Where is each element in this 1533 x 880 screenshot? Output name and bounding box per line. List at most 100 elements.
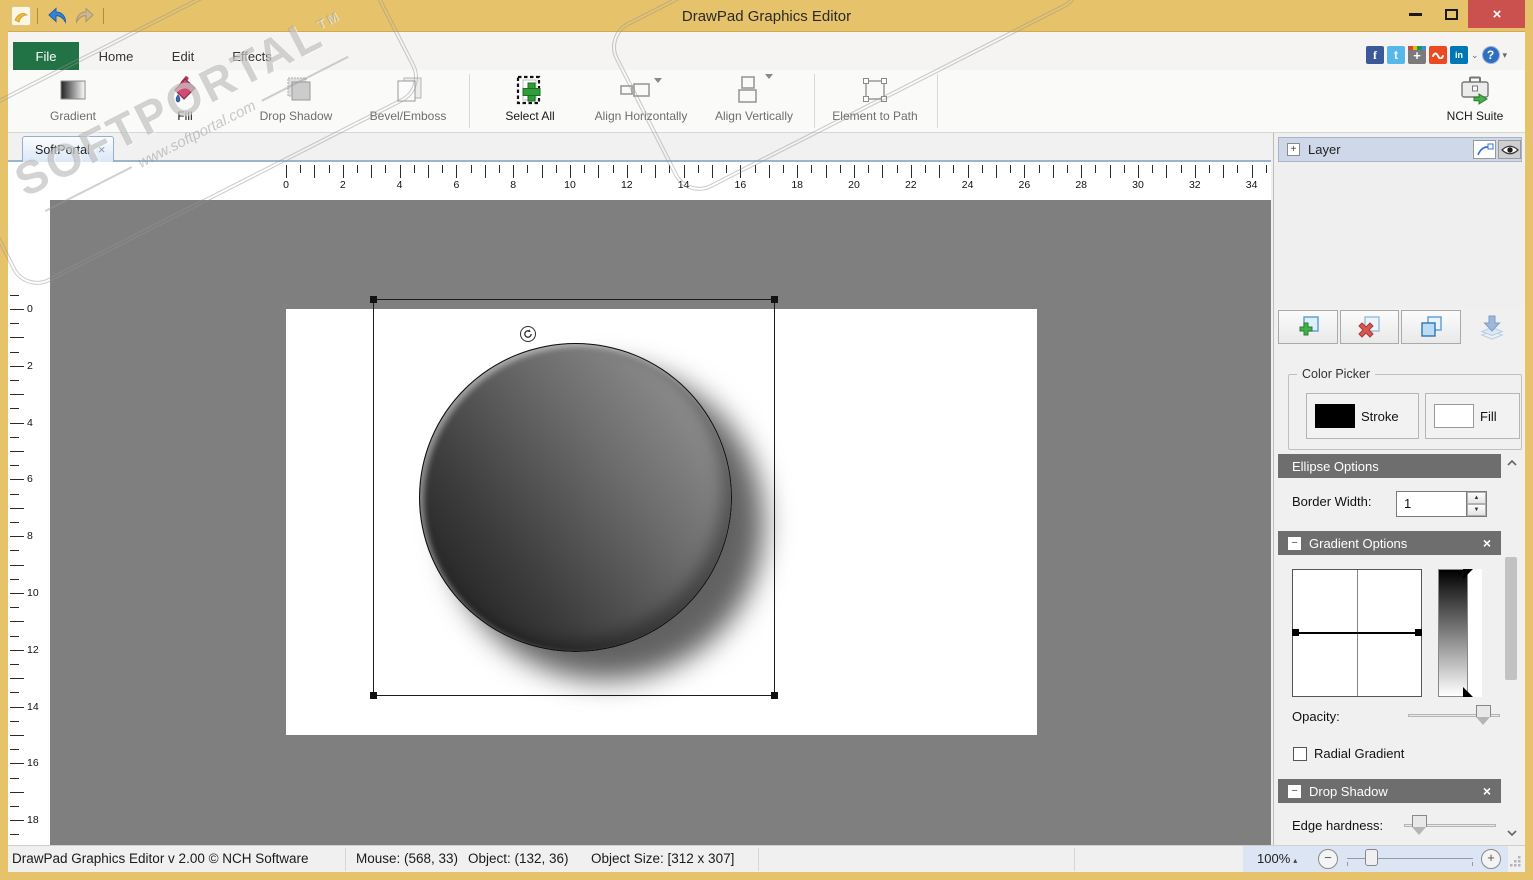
drop-shadow-tool-button[interactable]: Drop Shadow <box>250 72 342 130</box>
ruler-tick <box>10 749 19 751</box>
selection-handle-bottom-left[interactable] <box>370 692 377 699</box>
minimize-button[interactable] <box>1398 0 1432 28</box>
selection-handle-top-right[interactable] <box>771 296 778 303</box>
ruler-label: 26 <box>1018 179 1031 191</box>
gradient-direction-editor[interactable] <box>1292 569 1422 697</box>
ruler-tick <box>484 165 486 178</box>
align-vertically-dropdown-icon[interactable] <box>765 73 773 79</box>
ruler-tick <box>10 706 24 708</box>
spin-down-icon[interactable]: ▼ <box>1467 504 1486 516</box>
layer-list[interactable] <box>1278 162 1522 308</box>
canvas-area[interactable] <box>50 200 1271 845</box>
ellipse-options-header[interactable]: Ellipse Options <box>1278 454 1501 478</box>
add-layer-button[interactable] <box>1278 310 1338 344</box>
ruler-tick <box>470 165 472 173</box>
undo-button[interactable] <box>44 4 70 28</box>
document-tab-softportal[interactable]: SoftPortal × <box>22 136 115 162</box>
radial-gradient-checkbox[interactable] <box>1293 747 1307 761</box>
selection-handle-bottom-right[interactable] <box>771 692 778 699</box>
duplicate-layer-button[interactable] <box>1401 310 1461 344</box>
tab-effects[interactable]: Effects <box>219 42 285 70</box>
align-horizontally-button[interactable]: Align Horizontally <box>584 72 698 130</box>
ruler-label: 10 <box>27 587 39 599</box>
selection-bounds[interactable] <box>370 296 778 699</box>
element-to-path-button[interactable]: Element to Path <box>824 72 926 130</box>
layer-expand-icon[interactable]: + <box>1287 143 1300 156</box>
redo-button[interactable] <box>72 4 98 28</box>
linkedin-icon[interactable]: in <box>1450 46 1468 64</box>
bevel-emboss-icon <box>392 72 424 108</box>
googleplus-icon[interactable]: + <box>1408 46 1426 64</box>
drop-shadow-close-icon[interactable]: × <box>1483 783 1491 799</box>
layer-path-tool-button[interactable] <box>1473 140 1496 159</box>
align-horizontally-dropdown-icon[interactable] <box>654 77 662 83</box>
gradient-axis-line <box>1293 632 1421 634</box>
opacity-slider[interactable] <box>1408 705 1500 725</box>
stroke-color-button[interactable]: Stroke <box>1306 393 1419 439</box>
fill-tool-button[interactable]: Fill <box>152 72 218 130</box>
ruler-label: 10 <box>564 179 576 191</box>
zoom-out-button[interactable]: − <box>1318 849 1338 869</box>
border-width-label: Border Width: <box>1292 494 1372 509</box>
ruler-tick <box>499 165 500 173</box>
select-all-button[interactable]: Select All <box>492 72 568 130</box>
bevel-emboss-tool-button[interactable]: Bevel/Emboss <box>360 72 456 130</box>
ruler-tick <box>371 165 373 178</box>
gradient-options-header[interactable]: − Gradient Options × <box>1278 531 1501 555</box>
ruler-label: 2 <box>339 179 346 191</box>
stroke-color-swatch <box>1315 404 1355 428</box>
social-more-chevron-icon[interactable]: ⌄ <box>1471 50 1479 61</box>
zoom-level-dropdown[interactable]: 100% ▴ <box>1257 851 1297 866</box>
edge-hardness-slider-thumb[interactable] <box>1412 815 1427 835</box>
nch-suite-button[interactable]: NCH Suite <box>1436 72 1514 130</box>
opacity-slider-thumb[interactable] <box>1476 705 1491 725</box>
ruler-tick <box>527 165 529 173</box>
gradient-start-handle[interactable] <box>1292 629 1299 636</box>
align-vertically-button[interactable]: Align Vertically <box>704 72 804 130</box>
scroll-down-icon[interactable] <box>1503 825 1520 841</box>
selection-handle-top-left[interactable] <box>370 296 377 303</box>
resize-grip[interactable] <box>1508 854 1522 871</box>
drop-shadow-header[interactable]: − Drop Shadow × <box>1278 779 1501 803</box>
gradient-collapse-icon[interactable]: − <box>1288 536 1301 550</box>
gradient-stop-bottom[interactable] <box>1463 687 1473 697</box>
flatten-layers-button[interactable] <box>1463 310 1523 344</box>
tab-file[interactable]: File <box>13 42 79 70</box>
rotate-handle[interactable] <box>520 326 536 342</box>
ruler-tick <box>357 165 358 173</box>
element-to-path-icon <box>860 72 890 108</box>
gradient-preview-bar[interactable] <box>1438 569 1468 697</box>
scrollbar-thumb[interactable] <box>1505 557 1517 680</box>
border-width-input[interactable]: 1 <box>1396 491 1467 517</box>
help-icon[interactable]: ? <box>1481 46 1500 64</box>
tab-edit[interactable]: Edit <box>154 42 212 70</box>
gradient-tool-button[interactable]: Gradient <box>38 72 108 130</box>
gradient-end-handle[interactable] <box>1415 629 1422 636</box>
stumbleupon-icon[interactable] <box>1429 46 1447 64</box>
vertical-ruler: 0 2 4 6 8 10 12 14 16 18 <box>8 200 50 845</box>
ruler-tick <box>10 536 24 538</box>
ellipse-options-title: Ellipse Options <box>1292 458 1379 474</box>
document-tab-close-icon[interactable]: × <box>98 142 106 157</box>
help-dropdown-icon[interactable]: ▾ <box>1503 50 1508 61</box>
ruler-tick <box>10 777 19 779</box>
close-button[interactable]: × <box>1468 0 1526 28</box>
delete-layer-button[interactable] <box>1339 310 1399 344</box>
gradient-close-icon[interactable]: × <box>1483 535 1491 551</box>
drop-shadow-collapse-icon[interactable]: − <box>1288 784 1301 798</box>
twitter-icon[interactable]: t <box>1387 46 1405 64</box>
gradient-stop-top[interactable] <box>1463 569 1473 579</box>
zoom-slider-thumb[interactable] <box>1365 849 1378 866</box>
scroll-up-icon[interactable] <box>1503 455 1520 471</box>
tab-home[interactable]: Home <box>86 42 146 70</box>
zoom-caret-icon: ▴ <box>1293 856 1298 865</box>
ruler-tick <box>10 692 19 694</box>
zoom-in-button[interactable]: + <box>1481 849 1501 869</box>
spin-up-icon[interactable]: ▲ <box>1467 492 1486 504</box>
maximize-button[interactable] <box>1434 0 1468 28</box>
edge-hardness-slider[interactable] <box>1404 815 1496 835</box>
layer-visibility-button[interactable] <box>1498 140 1521 159</box>
fill-color-button[interactable]: Fill <box>1425 393 1520 439</box>
facebook-icon[interactable]: f <box>1366 46 1384 64</box>
ruler-tick <box>1166 165 1168 178</box>
